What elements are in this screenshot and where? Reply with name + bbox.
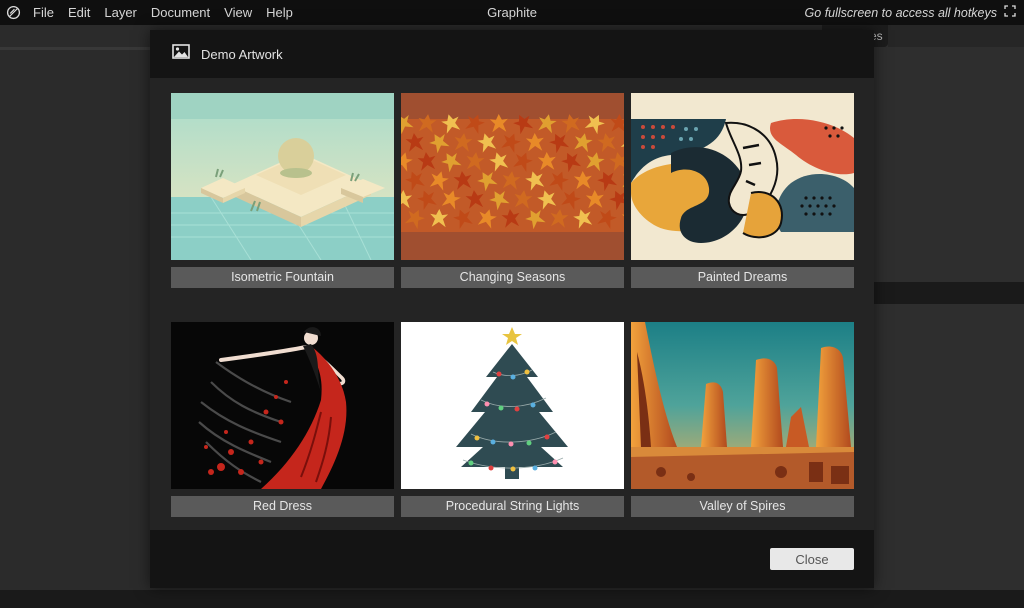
left-panel (0, 25, 150, 590)
close-button[interactable]: Close (770, 548, 854, 570)
artwork-grid: Isometric Fountain Changing Seasons Pain… (150, 78, 874, 530)
menu-layer[interactable]: Layer (97, 0, 144, 25)
artwork-thumbnail-procedural-string-lights[interactable] (401, 322, 624, 489)
left-panel-divider (0, 47, 150, 50)
right-panel-header (888, 25, 1024, 47)
artwork-thumbnail-red-dress[interactable] (171, 322, 394, 489)
menu-help[interactable]: Help (259, 0, 300, 25)
artwork-label-valley-of-spires[interactable]: Valley of Spires (631, 496, 854, 517)
artwork-tile-painted-dreams: Painted Dreams (631, 93, 854, 288)
dialog-header: Demo Artwork (150, 30, 874, 78)
menu-file[interactable]: File (26, 0, 61, 25)
artwork-tile-isometric-fountain: Isometric Fountain (171, 93, 394, 288)
artwork-tile-red-dress: Red Dress (171, 322, 394, 517)
menu-document[interactable]: Document (144, 0, 217, 25)
artwork-label-painted-dreams[interactable]: Painted Dreams (631, 267, 854, 288)
artwork-label-isometric-fountain[interactable]: Isometric Fountain (171, 267, 394, 288)
artwork-tile-valley-of-spires: Valley of Spires (631, 322, 854, 517)
artwork-label-procedural-string-lights[interactable]: Procedural String Lights (401, 496, 624, 517)
graphite-logo-icon[interactable] (0, 0, 26, 25)
artwork-tile-procedural-string-lights: Procedural String Lights (401, 322, 624, 517)
artwork-thumbnail-changing-seasons[interactable] (401, 93, 624, 260)
demo-artwork-dialog: Demo Artwork Isometric Fountain Changing… (150, 30, 874, 588)
dialog-footer: Close (150, 530, 874, 588)
fullscreen-hint[interactable]: Go fullscreen to access all hotkeys (805, 0, 1016, 25)
image-icon (172, 44, 190, 64)
right-panel-bar (874, 282, 1024, 304)
artwork-label-changing-seasons[interactable]: Changing Seasons (401, 267, 624, 288)
menu-view[interactable]: View (217, 0, 259, 25)
fullscreen-hint-text: Go fullscreen to access all hotkeys (804, 5, 997, 20)
artwork-thumbnail-isometric-fountain[interactable] (171, 93, 394, 260)
artwork-label-red-dress[interactable]: Red Dress (171, 496, 394, 517)
artwork-thumbnail-painted-dreams[interactable] (631, 93, 854, 260)
dialog-title: Demo Artwork (201, 46, 283, 62)
title-bar: File Edit Layer Document View Help Graph… (0, 0, 1024, 25)
right-panel (874, 25, 1024, 590)
fullscreen-icon[interactable] (1004, 5, 1016, 20)
menu-edit[interactable]: Edit (61, 0, 97, 25)
menu-bar: File Edit Layer Document View Help (26, 0, 300, 25)
artwork-thumbnail-valley-of-spires[interactable] (631, 322, 854, 489)
status-bar (0, 590, 1024, 608)
artwork-tile-changing-seasons: Changing Seasons (401, 93, 624, 288)
